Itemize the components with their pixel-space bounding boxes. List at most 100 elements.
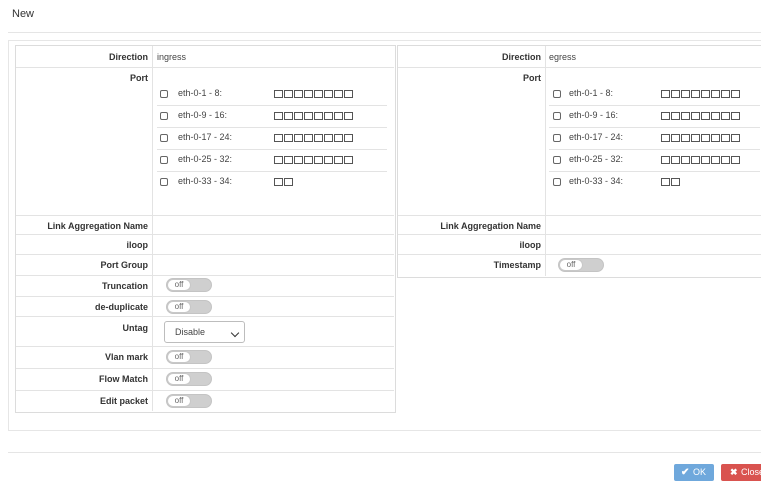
port-checkbox[interactable] (294, 134, 303, 142)
port-checkbox[interactable] (691, 156, 700, 164)
port-checkbox[interactable] (304, 112, 313, 120)
port-group-checkbox[interactable] (160, 134, 168, 142)
port-checkbox[interactable] (284, 156, 293, 164)
port-checkbox[interactable] (294, 90, 303, 98)
timestamp-toggle[interactable]: off (558, 258, 604, 272)
port-checkbox[interactable] (691, 90, 700, 98)
port-checkbox[interactable] (671, 134, 680, 142)
port-checkbox[interactable] (294, 112, 303, 120)
port-checkbox[interactable] (701, 134, 710, 142)
port-checkbox[interactable] (711, 112, 720, 120)
port-range-label: eth-0-1 - 8: (178, 88, 223, 98)
port-checkbox[interactable] (681, 112, 690, 120)
port-checkbox[interactable] (344, 90, 353, 98)
port-checkbox[interactable] (691, 134, 700, 142)
port-checkbox[interactable] (284, 178, 293, 186)
port-checkbox[interactable] (314, 134, 323, 142)
port-row-divider (549, 105, 760, 106)
port-group-checkbox[interactable] (553, 112, 561, 120)
port-checkbox[interactable] (701, 112, 710, 120)
port-checkbox[interactable] (314, 156, 323, 164)
port-checkbox[interactable] (334, 156, 343, 164)
port-group-checkbox[interactable] (553, 156, 561, 164)
left-label-divider (152, 46, 153, 411)
port-checkbox[interactable] (661, 178, 670, 186)
port-group-checkbox[interactable] (160, 112, 168, 120)
port-checkbox[interactable] (324, 134, 333, 142)
port-checkbox[interactable] (731, 90, 740, 98)
footer-divider (8, 452, 761, 453)
port-checkbox[interactable] (731, 156, 740, 164)
port-checkbox[interactable] (661, 134, 670, 142)
port-checkbox[interactable] (721, 156, 730, 164)
untag-select[interactable]: Disable (164, 321, 245, 343)
port-checkbox[interactable] (681, 134, 690, 142)
ok-button[interactable]: ✔ OK (674, 464, 714, 481)
port-checkbox[interactable] (681, 156, 690, 164)
port-checkbox[interactable] (324, 156, 333, 164)
port-checkbox[interactable] (661, 90, 670, 98)
port-checkbox[interactable] (711, 156, 720, 164)
vlan-mark-toggle[interactable]: off (166, 350, 212, 364)
port-checkbox[interactable] (284, 134, 293, 142)
port-checkbox[interactable] (731, 134, 740, 142)
port-checkbox[interactable] (274, 178, 283, 186)
port-group-checkbox[interactable] (553, 90, 561, 98)
port-checkbox[interactable] (294, 156, 303, 164)
port-checkbox[interactable] (731, 112, 740, 120)
flow-match-toggle[interactable]: off (166, 372, 212, 386)
port-checkbox[interactable] (671, 178, 680, 186)
port-checkbox[interactable] (274, 90, 283, 98)
port-checkbox[interactable] (334, 90, 343, 98)
port-checkbox[interactable] (334, 112, 343, 120)
port-range-label: eth-0-25 - 32: (569, 154, 624, 164)
port-checkbox[interactable] (344, 134, 353, 142)
port-checkbox[interactable] (284, 90, 293, 98)
port-group-checkbox[interactable] (553, 134, 561, 142)
port-range-label: eth-0-17 - 24: (178, 132, 233, 142)
truncation-toggle[interactable]: off (166, 278, 212, 292)
port-checkbox[interactable] (344, 156, 353, 164)
port-group-checkbox[interactable] (160, 178, 168, 186)
port-checkbox[interactable] (284, 112, 293, 120)
port-checkbox[interactable] (701, 156, 710, 164)
port-group-checkbox[interactable] (160, 90, 168, 98)
port-range-label: eth-0-33 - 34: (569, 176, 624, 186)
port-checkbox[interactable] (324, 90, 333, 98)
edit-packet-toggle[interactable]: off (166, 394, 212, 408)
port-checkbox[interactable] (711, 90, 720, 98)
port-checkbox[interactable] (274, 156, 283, 164)
port-checkbox[interactable] (671, 90, 680, 98)
port-checkbox[interactable] (324, 112, 333, 120)
port-row-divider (157, 149, 387, 150)
port-checkbox[interactable] (314, 90, 323, 98)
port-checkbox[interactable] (711, 134, 720, 142)
port-checkbox[interactable] (334, 134, 343, 142)
port-checkbox[interactable] (721, 112, 730, 120)
port-checkbox[interactable] (701, 90, 710, 98)
port-checkbox[interactable] (671, 112, 680, 120)
port-checkbox[interactable] (304, 134, 313, 142)
port-checkbox[interactable] (304, 156, 313, 164)
port-group-checkbox[interactable] (160, 156, 168, 164)
port-checkbox[interactable] (314, 112, 323, 120)
port-checkbox[interactable] (661, 112, 670, 120)
port-checkbox[interactable] (344, 112, 353, 120)
port-checkbox[interactable] (274, 112, 283, 120)
port-checkbox[interactable] (661, 156, 670, 164)
row-divider (16, 296, 394, 297)
row-divider (16, 215, 394, 216)
row-divider (16, 275, 394, 276)
port-checkbox[interactable] (721, 134, 730, 142)
dedup-toggle[interactable]: off (166, 300, 212, 314)
port-checkbox[interactable] (671, 156, 680, 164)
dialog-title: New (12, 8, 35, 20)
port-group-checkbox[interactable] (553, 178, 561, 186)
port-checkbox[interactable] (304, 90, 313, 98)
close-button[interactable]: ✖ Close (721, 464, 761, 481)
port-checkbox[interactable] (721, 90, 730, 98)
port-checkbox[interactable] (681, 90, 690, 98)
toggle-state: off (167, 351, 191, 363)
port-checkbox[interactable] (274, 134, 283, 142)
port-checkbox[interactable] (691, 112, 700, 120)
